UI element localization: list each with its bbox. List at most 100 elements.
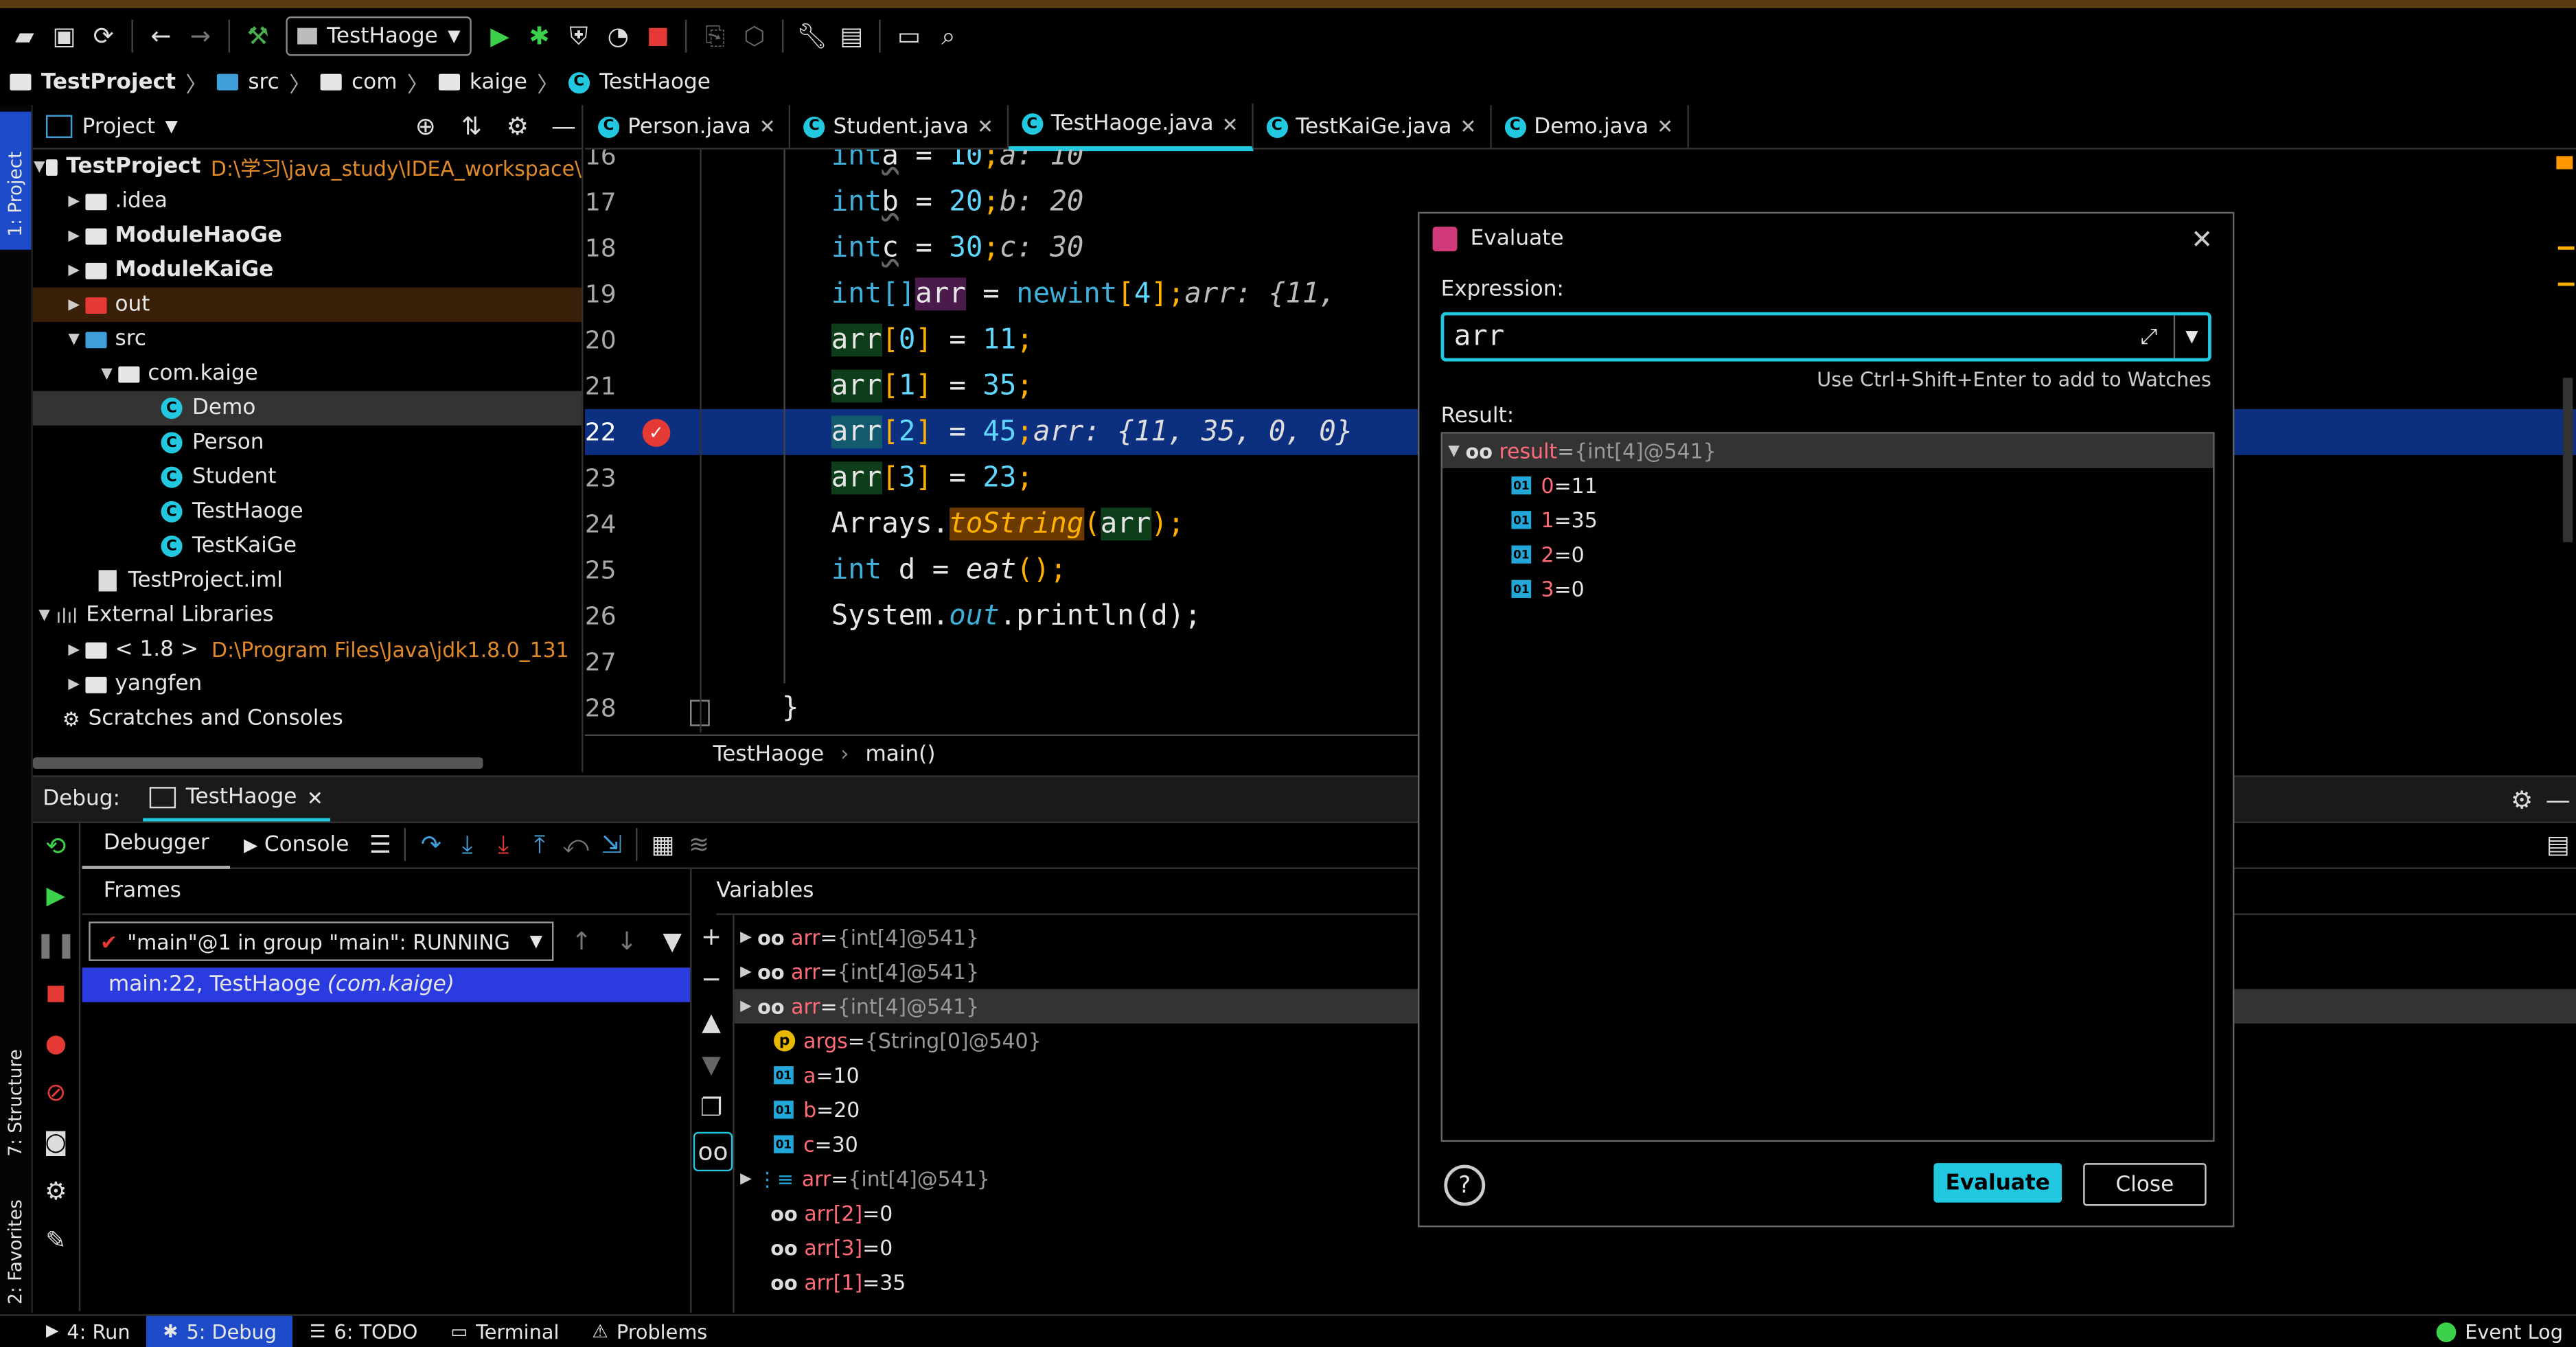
expand-icon[interactable]: ⤢ [2141, 325, 2158, 349]
tab-person[interactable]: C Person.java ✕ [585, 105, 791, 148]
side-tab-favorites[interactable]: 2: Favorites [0, 1157, 31, 1304]
restore-layout-icon[interactable]: ▤ [2540, 827, 2576, 863]
side-tab-project[interactable]: 1: Project [0, 111, 32, 250]
variable-row[interactable]: oo arr[3] = 0 [735, 1230, 2576, 1265]
hide-icon[interactable]: — [2540, 781, 2576, 818]
search-icon[interactable]: ⌕ [930, 18, 967, 54]
side-tab-structure[interactable]: 7: Structure [0, 992, 31, 1156]
status-tab-run[interactable]: ▶ 4: Run [0, 1316, 146, 1347]
frame-row[interactable]: main:22, TestHaoge (com.kaige) [82, 967, 691, 1002]
tree-item-student[interactable]: C Student [33, 460, 582, 494]
crumb-method[interactable]: main() [865, 741, 935, 766]
step-out-icon[interactable]: ⤒ [522, 827, 558, 863]
result-item-row[interactable]: 01 0 = 11 [1442, 468, 2213, 503]
settings-wrench-icon[interactable]: 🔧︎ [794, 18, 830, 54]
attach-icon[interactable]: ⎘ [697, 18, 733, 54]
tree-item-testproject[interactable]: ▼ TestProject D:\学习\java_study\IDEA_work… [33, 150, 582, 184]
close-icon[interactable]: ✕ [307, 786, 323, 809]
evaluate-expression-icon[interactable]: ▦ [645, 827, 681, 863]
status-tab-terminal[interactable]: ▭ Terminal [434, 1316, 575, 1347]
copy-icon[interactable]: ❐ [693, 1089, 730, 1125]
forward-icon[interactable]: → [183, 18, 219, 54]
debug-session-tab[interactable]: TestHaoge ✕ [143, 777, 330, 822]
settings-icon[interactable]: ⚙ [38, 1173, 74, 1210]
collapse-icon[interactable]: ⇅ [453, 108, 490, 145]
error-marker[interactable] [2556, 156, 2573, 170]
expression-input[interactable]: arr ⤢ ▼ [1440, 312, 2211, 362]
locate-icon[interactable]: ⊕ [407, 108, 444, 145]
tree-item-idea[interactable]: ▶ .idea [33, 184, 582, 218]
tree-item-jdk[interactable]: ▶ < 1.8 > D:\Program Files\Java\jdk1.8.0_1… [33, 632, 582, 667]
close-icon[interactable]: ✕ [2191, 222, 2213, 253]
tree-item-testkaige[interactable]: C TestKaiGe [33, 529, 582, 564]
editor-scrollbar[interactable] [2562, 378, 2573, 542]
view-breakpoints-icon[interactable]: ● [38, 1025, 74, 1061]
close-icon[interactable]: ✕ [977, 115, 993, 139]
tree-item-modulehaoge[interactable]: ▶ ModuleHaoGe [33, 218, 582, 253]
save-icon[interactable]: ▣ [46, 18, 82, 54]
status-tab-debug[interactable]: ✱ 5: Debug [146, 1315, 293, 1347]
tree-item-com-kaige[interactable]: ▼ com.kaige [33, 356, 582, 391]
arrow-up-icon[interactable]: ↑ [564, 923, 599, 960]
tab-debugger[interactable]: Debugger [82, 820, 231, 869]
run-icon[interactable]: ▶ [482, 18, 518, 54]
run-to-cursor-icon[interactable]: ⇲ [594, 827, 630, 863]
add-watch-icon[interactable]: + [693, 919, 730, 955]
history-dropdown-icon[interactable]: ▼ [2174, 315, 2209, 358]
drop-frame-icon[interactable]: ⤺ [557, 827, 594, 863]
close-icon[interactable]: ✕ [1460, 115, 1476, 139]
trace-icon[interactable]: ≋ [681, 827, 717, 863]
force-step-into-icon[interactable]: ⤓ [485, 827, 522, 863]
warning-markers[interactable] [2557, 246, 2575, 286]
run-config-select[interactable]: TestHaoge ▼ [286, 16, 472, 56]
tree-item-person[interactable]: C Person [33, 426, 582, 460]
close-icon[interactable]: ✕ [1221, 113, 1238, 136]
move-down-icon[interactable]: ▼ [693, 1046, 730, 1083]
tree-item-testhaoge[interactable]: C TestHaoge [33, 494, 582, 529]
stop-icon[interactable] [38, 976, 74, 1012]
evaluate-button[interactable]: Evaluate [1933, 1163, 2062, 1203]
tab-testkaige[interactable]: C TestKaiGe.java ✕ [1253, 105, 1492, 148]
remove-watch-icon[interactable]: − [693, 961, 730, 998]
mute-breakpoints-icon[interactable]: ⊘ [38, 1074, 74, 1111]
camera-icon[interactable]: ◙ [38, 1124, 74, 1160]
tree-item-demo[interactable]: C Demo [32, 391, 582, 426]
tab-testhaoge[interactable]: C TestHaoge.java ✕ [1008, 102, 1254, 150]
step-into-icon[interactable]: ⤓ [449, 827, 485, 863]
build-icon[interactable]: ⬡ [737, 18, 773, 54]
result-item-row[interactable]: 01 3 = 0 [1442, 572, 2213, 606]
tree-item-iml[interactable]: TestProject.iml [33, 564, 582, 598]
breakpoint-icon[interactable]: ✓ [642, 419, 671, 447]
step-over-icon[interactable]: ↷ [413, 827, 450, 863]
crumb-class[interactable]: TestHaoge [713, 741, 825, 766]
gear-icon[interactable]: ⚙ [499, 108, 536, 145]
tree-item-yangfen[interactable]: ▶ yangfen [33, 667, 582, 702]
profile-icon[interactable]: ◔ [600, 18, 636, 54]
coverage-icon[interactable]: ⛨ [561, 18, 597, 54]
result-item-row[interactable]: 01 2 = 0 [1442, 537, 2213, 571]
stop-icon[interactable] [639, 18, 676, 54]
tree-item-src[interactable]: ▼ src [33, 322, 582, 356]
status-tab-problems[interactable]: ⚠ Problems [575, 1316, 724, 1347]
status-event-log[interactable]: Event Log [2424, 1316, 2576, 1347]
filter-icon[interactable]: ▼ [654, 923, 690, 960]
back-icon[interactable]: ← [143, 18, 179, 54]
debug-bug-icon[interactable]: ✱ [521, 18, 557, 54]
tab-student[interactable]: C Student.java ✕ [790, 105, 1009, 148]
result-item-row[interactable]: 01 1 = 35 [1442, 503, 2213, 537]
project-panel-title[interactable]: Project [82, 114, 155, 139]
close-icon[interactable]: ✕ [759, 115, 776, 139]
tree-item-out[interactable]: ▶ out [32, 287, 582, 323]
tab-console[interactable]: ▶ Console [231, 821, 363, 867]
layout-menu-icon[interactable]: ☰ [362, 827, 398, 863]
chevron-down-icon[interactable]: ▼ [165, 117, 177, 135]
sync-icon[interactable]: ⟳ [85, 18, 122, 54]
close-button[interactable]: Close [2083, 1163, 2207, 1206]
close-icon[interactable]: ✕ [1657, 115, 1673, 139]
thread-select[interactable]: ✔ "main"@1 in group "main": RUNNING ▼ [89, 921, 554, 961]
help-button[interactable]: ? [1444, 1164, 1486, 1206]
breadcrumb-com[interactable]: com [352, 70, 397, 95]
variable-row[interactable]: oo arr[1] = 35 [735, 1265, 2576, 1300]
move-up-icon[interactable]: ▲ [693, 1004, 730, 1040]
breadcrumb-kaige[interactable]: kaige [470, 70, 527, 95]
